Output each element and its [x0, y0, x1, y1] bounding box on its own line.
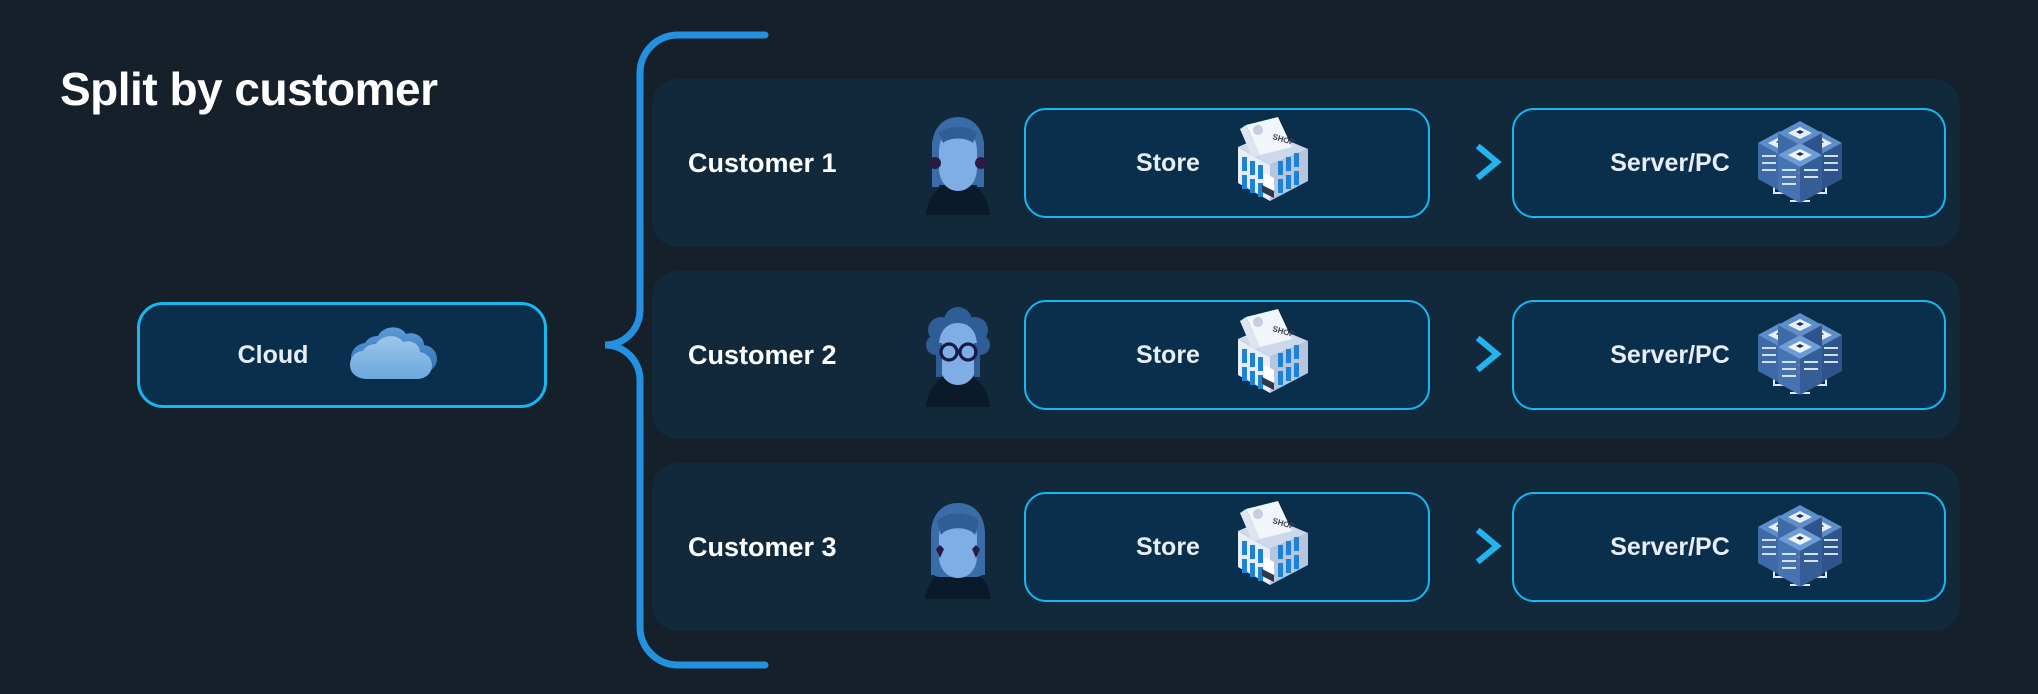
- store-label: Store: [1136, 340, 1200, 369]
- customer-row[interactable]: Customer 3 Store SHOP Server/PC: [652, 463, 1960, 631]
- customer-label: Customer 1: [688, 147, 837, 178]
- cloud-node[interactable]: Cloud: [137, 302, 547, 408]
- customer-row[interactable]: Customer 2 Store SHOP Server/PC: [652, 271, 1960, 439]
- server-node[interactable]: Server/PC: [1512, 300, 1946, 410]
- shop-building-icon: SHOP: [1222, 309, 1318, 401]
- avatar-long-hair-bangs-icon: [912, 111, 1004, 215]
- store-node[interactable]: Store SHOP: [1024, 108, 1430, 218]
- page-title: Split by customer: [60, 63, 438, 115]
- shop-building-icon: SHOP: [1222, 501, 1318, 593]
- store-label: Store: [1136, 148, 1200, 177]
- store-label: Store: [1136, 532, 1200, 561]
- avatar-shoulder-hair-earrings-icon: [912, 495, 1004, 599]
- store-node[interactable]: Store SHOP: [1024, 492, 1430, 602]
- customer-identity: Customer 3: [688, 463, 1004, 631]
- customer-label: Customer 2: [688, 339, 837, 370]
- customer-row[interactable]: Customer 1 Store SHOP Server/PC: [652, 79, 1960, 247]
- server-rack-icon: [1752, 309, 1848, 401]
- server-node[interactable]: Server/PC: [1512, 108, 1946, 218]
- customer-label: Customer 3: [688, 531, 837, 562]
- server-label: Server/PC: [1610, 148, 1730, 177]
- diagram-canvas: Split by customer Cloud Customer 1 Store…: [0, 0, 2038, 694]
- customer-identity: Customer 1: [688, 79, 1004, 247]
- cloud-node-label: Cloud: [237, 340, 309, 369]
- avatar-curly-hair-glasses-icon: [912, 303, 1004, 407]
- server-node[interactable]: Server/PC: [1512, 492, 1946, 602]
- shop-building-icon: SHOP: [1222, 117, 1318, 209]
- store-node[interactable]: Store SHOP: [1024, 300, 1430, 410]
- server-label: Server/PC: [1610, 532, 1730, 561]
- server-rack-icon: [1752, 501, 1848, 593]
- server-rack-icon: [1752, 117, 1848, 209]
- cloud-icon: [342, 322, 446, 388]
- customer-identity: Customer 2: [688, 271, 1004, 439]
- server-label: Server/PC: [1610, 340, 1730, 369]
